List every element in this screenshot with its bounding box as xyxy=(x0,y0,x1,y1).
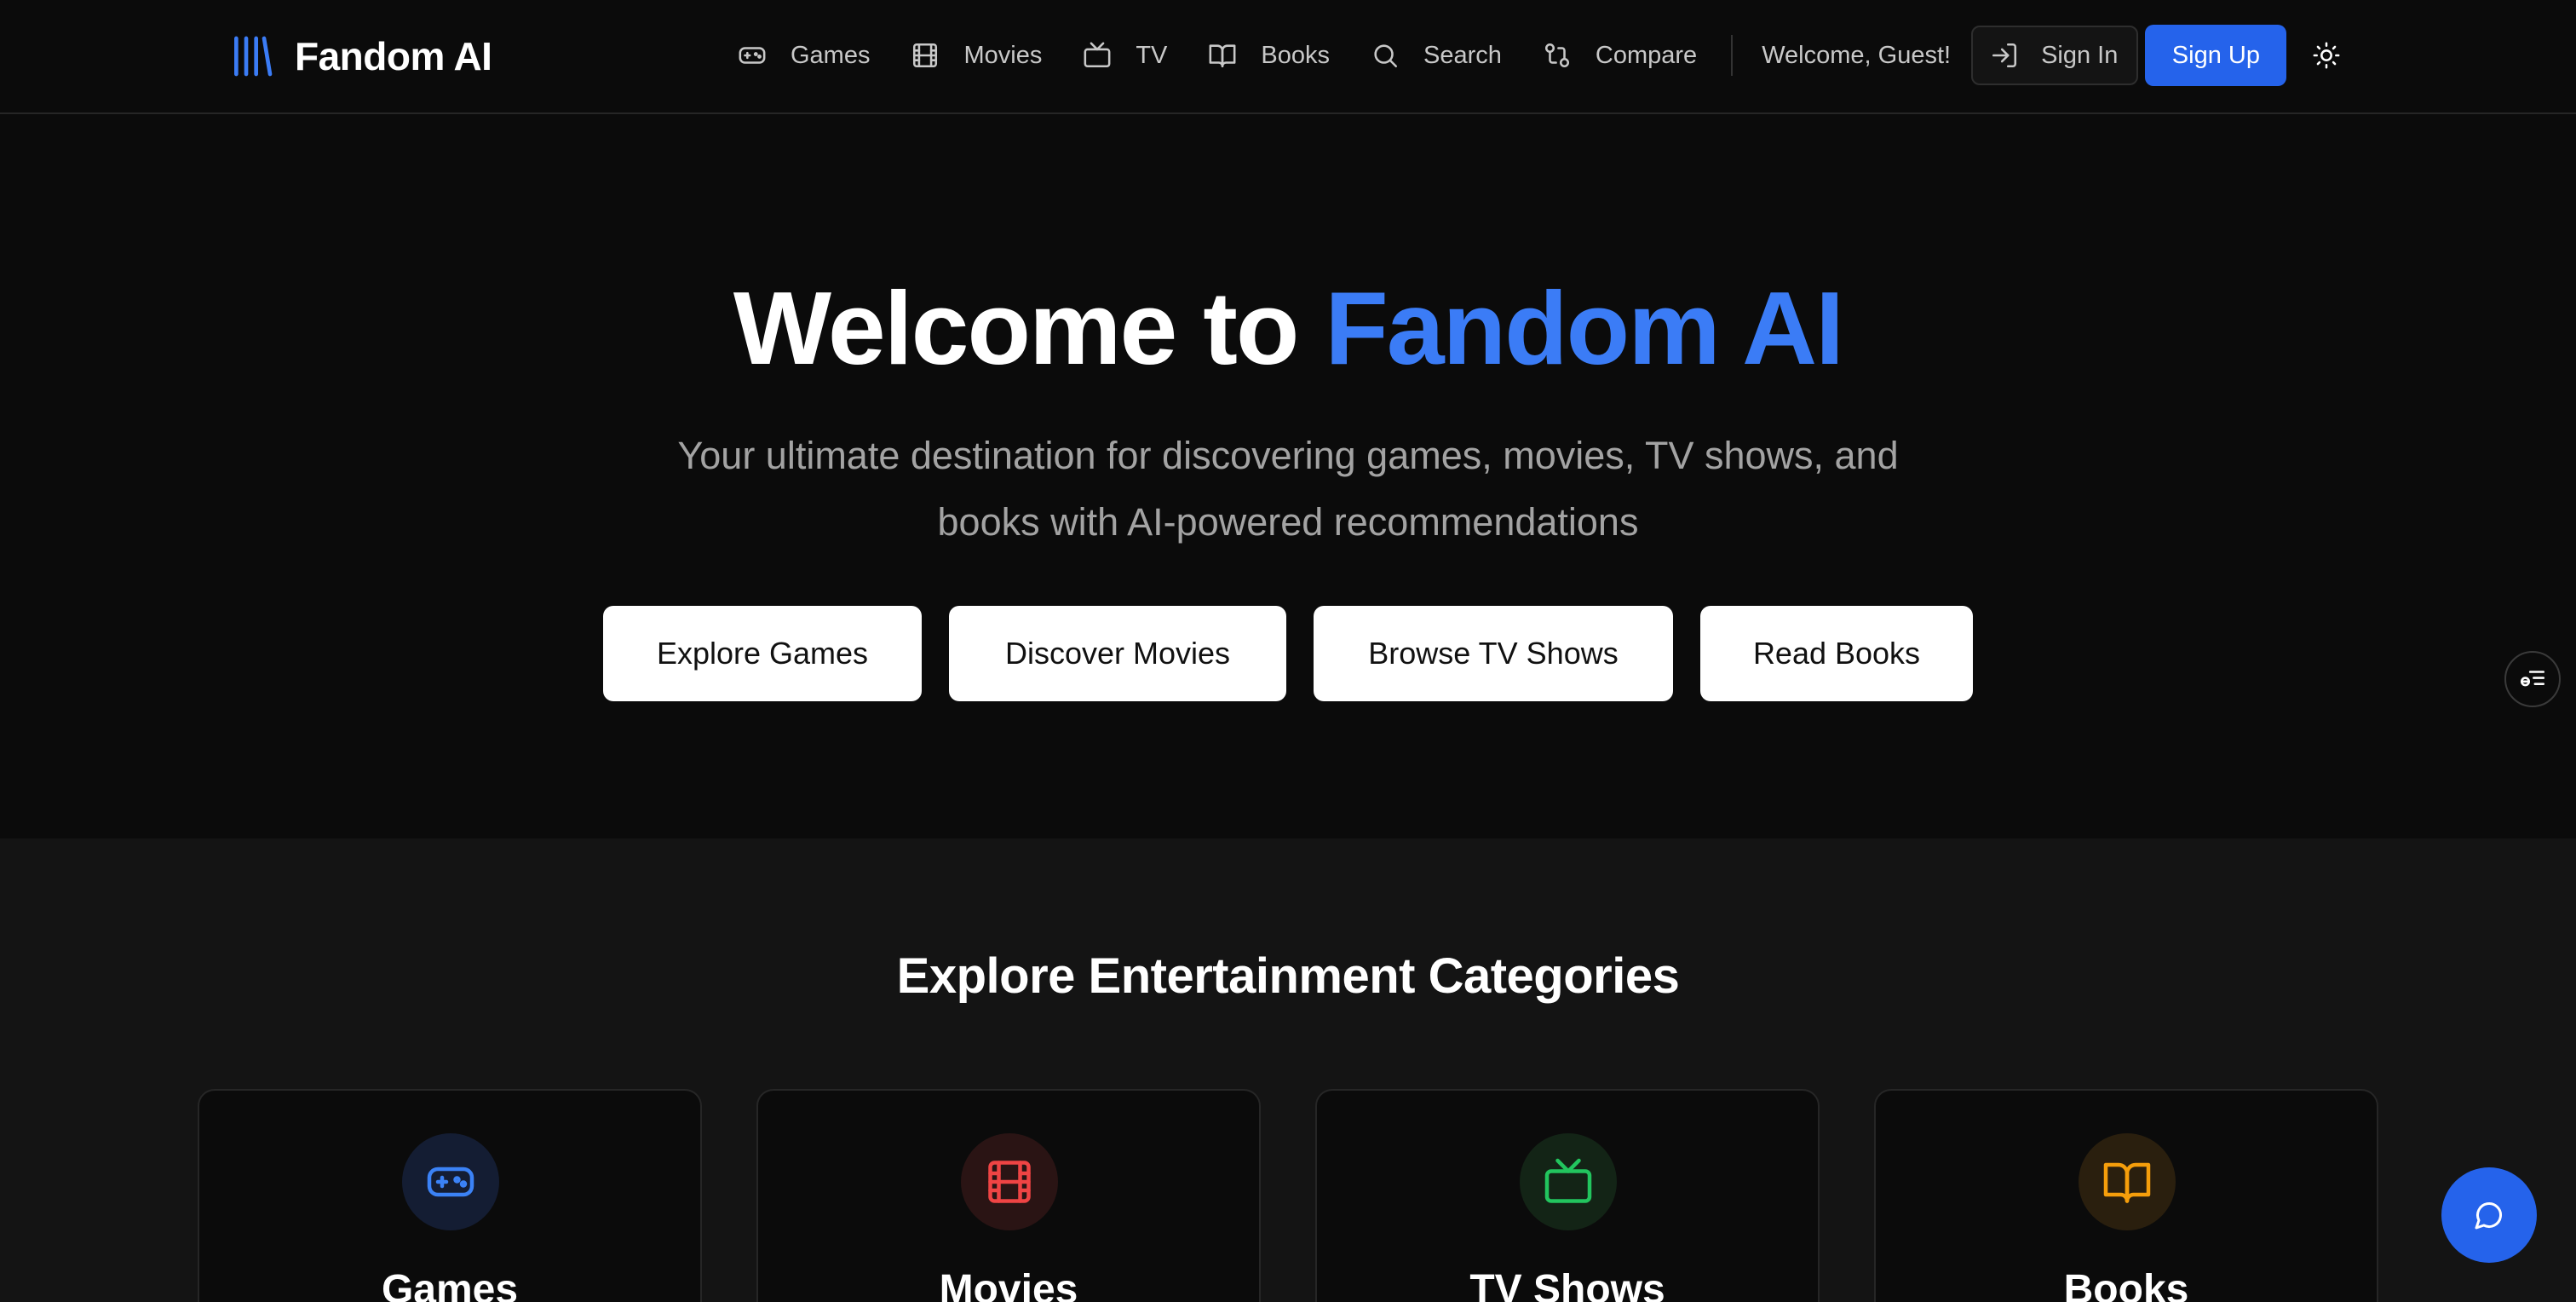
side-panel-toggle-button[interactable] xyxy=(2504,651,2561,707)
nav-item-movies[interactable]: Movies xyxy=(911,29,1042,82)
hero-subtitle: Your ultimate destination for discoverin… xyxy=(677,434,1899,544)
nav-divider xyxy=(1731,35,1734,76)
category-card-books[interactable]: Books xyxy=(1874,1089,2378,1302)
nav-item-label: Books xyxy=(1261,41,1331,69)
category-card-games[interactable]: Games xyxy=(198,1089,702,1302)
category-title: TV Shows xyxy=(1469,1267,1665,1302)
library-icon xyxy=(234,36,273,77)
nav-item-games[interactable]: Games xyxy=(738,29,870,82)
nav-item-books[interactable]: Books xyxy=(1208,29,1330,82)
search-icon xyxy=(1374,44,1398,68)
welcome-text: Welcome, Guest! xyxy=(1762,41,1952,69)
theme-toggle-button[interactable] xyxy=(2312,41,2341,70)
nav-item-label: TV xyxy=(1136,41,1168,69)
sign-in-label: Sign In xyxy=(2041,41,2119,69)
hero-section: Welcome to Fandom AI Your ultimate desti… xyxy=(0,116,2576,838)
category-icon-badge xyxy=(402,1133,499,1230)
category-icon-badge xyxy=(961,1133,1058,1230)
categories-heading: Explore Entertainment Categories xyxy=(896,948,1680,1004)
compare-icon xyxy=(1544,43,1569,68)
brand-name: Fandom AI xyxy=(295,34,492,78)
category-title: Books xyxy=(2063,1267,2189,1302)
nav-item-label: Movies xyxy=(963,41,1043,69)
tv-icon xyxy=(1084,42,1111,68)
sign-in-button[interactable]: Sign In xyxy=(1971,26,2139,85)
sun-icon xyxy=(2313,42,2340,69)
nav-item-search[interactable]: Search xyxy=(1371,29,1502,82)
categories-section: Explore Entertainment Categories Games M… xyxy=(0,838,2576,1302)
book-open-icon xyxy=(1209,44,1236,68)
film-icon xyxy=(988,1161,1031,1203)
category-title: Games xyxy=(381,1267,519,1302)
category-icon-badge xyxy=(1520,1133,1617,1230)
nav-item-label: Search xyxy=(1423,41,1502,69)
brand-logo-link[interactable]: Fandom AI xyxy=(228,31,492,82)
nav-item-label: Games xyxy=(791,41,871,69)
explore-games-button[interactable]: Explore Games xyxy=(603,606,922,701)
page: Fandom AI Games Movies TV Books Search C… xyxy=(0,0,2576,1302)
hero-buttons: Explore Games Discover Movies Browse TV … xyxy=(0,606,2576,701)
category-icon-badge xyxy=(2079,1133,2176,1230)
discover-movies-button[interactable]: Discover Movies xyxy=(949,606,1286,701)
hero-title-accent: Fandom AI xyxy=(1325,270,1844,386)
category-card-tv-shows[interactable]: TV Shows xyxy=(1315,1089,1820,1302)
category-card-movies[interactable]: Movies xyxy=(756,1089,1261,1302)
book-open-icon xyxy=(2103,1162,2151,1203)
gamepad-icon xyxy=(739,47,766,64)
tv-icon xyxy=(1544,1158,1592,1203)
nav-item-tv[interactable]: TV xyxy=(1083,29,1167,82)
chat-button[interactable] xyxy=(2441,1167,2537,1263)
sign-up-label: Sign Up xyxy=(2171,41,2260,69)
film-icon xyxy=(913,43,938,68)
read-books-button[interactable]: Read Books xyxy=(1700,606,1973,701)
browse-tv-shows-button[interactable]: Browse TV Shows xyxy=(1314,606,1673,701)
gamepad-icon xyxy=(427,1167,474,1197)
nav-item-label: Compare xyxy=(1595,41,1698,69)
sign-up-button[interactable]: Sign Up xyxy=(2145,25,2287,86)
log-in-icon xyxy=(1992,43,2017,68)
list-settings-icon xyxy=(2520,671,2545,687)
category-title: Movies xyxy=(939,1267,1078,1302)
top-navbar: Fandom AI Games Movies TV Books Search C… xyxy=(0,0,2576,114)
nav-item-compare[interactable]: Compare xyxy=(1543,29,1697,82)
main-nav: Games Movies TV Books Search Compare Wel… xyxy=(738,25,2341,86)
message-circle-icon xyxy=(2475,1201,2503,1230)
hero-title-prefix: Welcome to xyxy=(733,270,1325,386)
hero-title: Welcome to Fandom AI xyxy=(0,266,2576,390)
